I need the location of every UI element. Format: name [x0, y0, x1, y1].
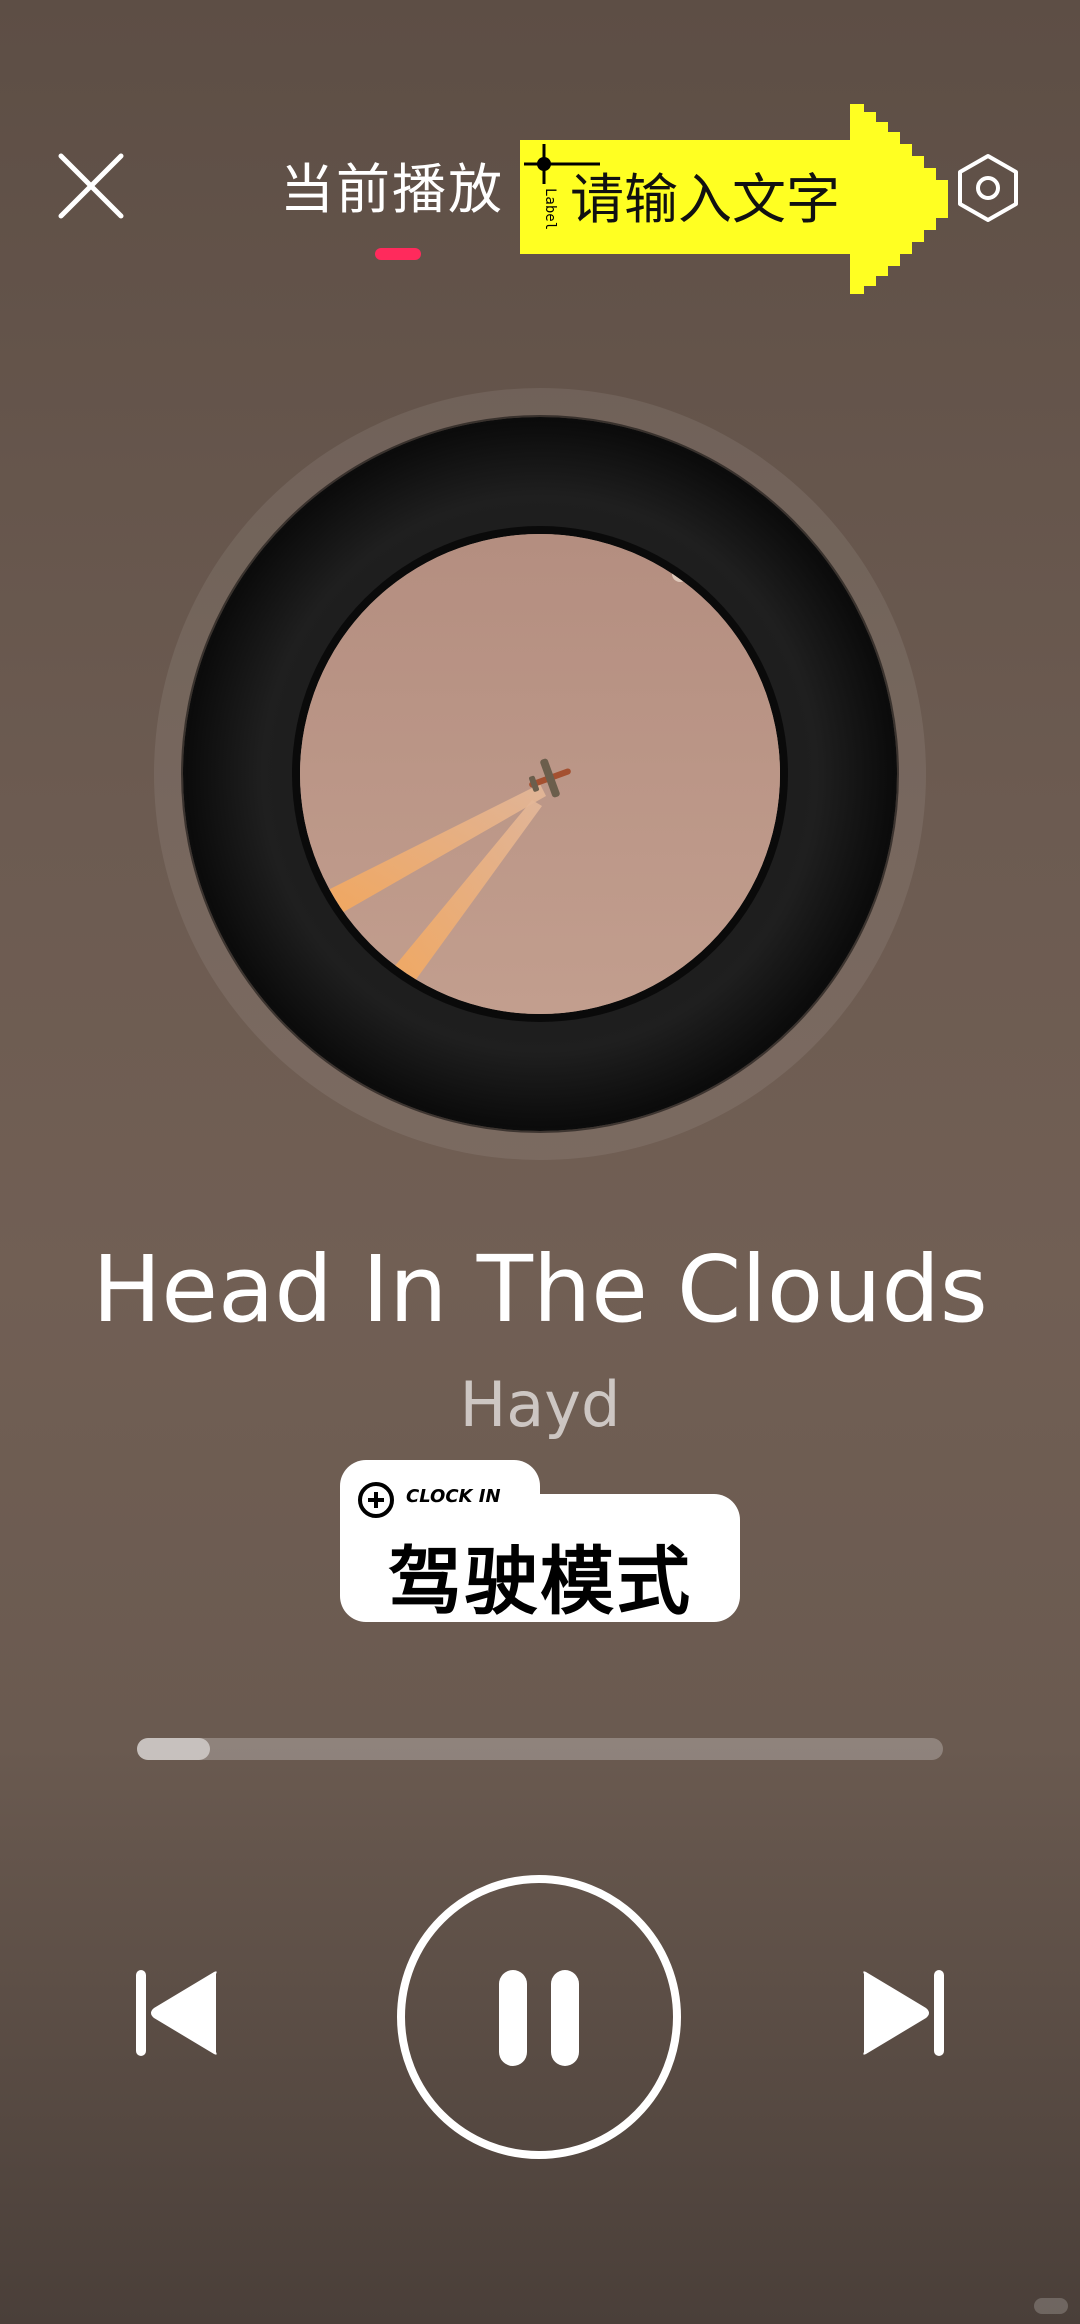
skip-previous-icon — [136, 1970, 217, 2056]
song-title: Head In The Clouds — [92, 1236, 988, 1343]
hexagon-settings-icon — [958, 154, 1018, 222]
progress-fill — [137, 1738, 210, 1760]
airplane-contrail-art — [300, 534, 780, 1014]
clock-in-label: CLOCK IN — [406, 1486, 501, 1507]
album-cover[interactable] — [300, 534, 780, 1014]
pause-icon — [397, 1875, 681, 2159]
sticker-tag: Label — [542, 188, 558, 230]
artist-name[interactable]: Hayd — [0, 1368, 1080, 1441]
skip-next-icon — [863, 1970, 944, 2056]
close-icon — [58, 153, 124, 219]
tab-now-playing[interactable]: 当前播放 — [280, 150, 504, 230]
tab-indicator — [375, 248, 421, 260]
pause-button[interactable] — [396, 1874, 682, 2160]
settings-button[interactable] — [950, 150, 1026, 226]
sticker-text[interactable]: 请输入文字 — [570, 160, 840, 240]
next-track-button[interactable] — [858, 1966, 948, 2060]
close-button[interactable] — [55, 150, 127, 222]
progress-bar[interactable] — [137, 1738, 943, 1760]
watermark-badge — [1034, 2298, 1068, 2314]
plus-circle-icon — [358, 1482, 394, 1518]
driving-mode-sticker[interactable]: CLOCK IN 驾驶模式 — [340, 1460, 740, 1625]
previous-track-button[interactable] — [132, 1966, 222, 2060]
driving-mode-title: 驾驶模式 — [388, 1539, 692, 1625]
